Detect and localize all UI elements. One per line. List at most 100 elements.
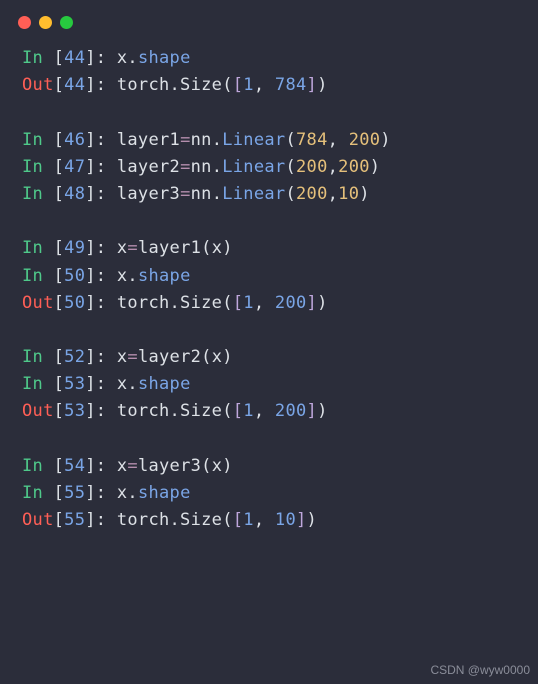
- prompt-bracket: [: [54, 48, 65, 68]
- code-token: ): [317, 401, 328, 421]
- out-prompt-label: Out: [22, 401, 54, 421]
- code-token: =: [180, 157, 191, 177]
- in-prompt-label: In: [22, 157, 54, 177]
- code-token: layer2: [138, 347, 201, 367]
- window-controls: [0, 0, 538, 37]
- code-token: ]: [307, 75, 318, 95]
- prompt-bracket: ]:: [85, 266, 117, 286]
- code-token: layer1: [117, 130, 180, 150]
- input-line: In [52]: x=layer2(x): [22, 344, 516, 371]
- prompt-bracket: ]:: [85, 130, 117, 150]
- prompt-bracket: ]:: [85, 483, 117, 503]
- code-token: x: [117, 347, 128, 367]
- code-token: layer2: [117, 157, 180, 177]
- input-line: In [55]: x.shape: [22, 480, 516, 507]
- code-token: torch.Size(: [117, 510, 233, 530]
- close-icon[interactable]: [18, 16, 31, 29]
- code-token: .: [127, 266, 138, 286]
- code-token: ,: [254, 510, 275, 530]
- prompt-bracket: [: [54, 293, 65, 313]
- in-prompt-label: In: [22, 184, 54, 204]
- code-token: (: [285, 157, 296, 177]
- prompt-bracket: [: [54, 483, 65, 503]
- prompt-bracket: [: [54, 130, 65, 150]
- prompt-bracket: [: [54, 266, 65, 286]
- prompt-number: 47: [64, 157, 85, 177]
- code-token: .: [212, 130, 223, 150]
- code-token: ,: [254, 401, 275, 421]
- code-token: ): [380, 130, 391, 150]
- code-token: [: [233, 401, 244, 421]
- code-token: nn: [191, 184, 212, 204]
- code-token: ]: [296, 510, 307, 530]
- code-token: 200: [296, 184, 328, 204]
- prompt-number: 49: [64, 238, 85, 258]
- prompt-bracket: ]:: [85, 157, 117, 177]
- code-token: (: [285, 130, 296, 150]
- prompt-bracket: [: [54, 456, 65, 476]
- code-token: ]: [307, 401, 318, 421]
- prompt-bracket: ]:: [85, 347, 117, 367]
- code-token: .: [212, 157, 223, 177]
- code-token: ): [317, 75, 328, 95]
- code-token: =: [127, 347, 138, 367]
- code-token: x: [117, 238, 128, 258]
- prompt-bracket: [: [54, 184, 65, 204]
- minimize-icon[interactable]: [39, 16, 52, 29]
- code-token: 200: [349, 130, 381, 150]
- prompt-bracket: [: [54, 510, 65, 530]
- code-token: ): [370, 157, 381, 177]
- prompt-number: 53: [64, 374, 85, 394]
- code-token: x: [117, 374, 128, 394]
- code-token: ,: [328, 184, 339, 204]
- code-token: 784: [275, 75, 307, 95]
- code-token: [: [233, 75, 244, 95]
- code-token: shape: [138, 266, 191, 286]
- prompt-bracket: [: [54, 75, 65, 95]
- code-token: x: [117, 483, 128, 503]
- code-token: 10: [275, 510, 296, 530]
- code-token: x: [117, 456, 128, 476]
- prompt-bracket: [: [54, 401, 65, 421]
- code-token: 1: [243, 293, 254, 313]
- code-token: ): [222, 347, 233, 367]
- code-token: 200: [275, 293, 307, 313]
- code-token: =: [180, 184, 191, 204]
- code-token: .: [127, 483, 138, 503]
- maximize-icon[interactable]: [60, 16, 73, 29]
- blank-line: [22, 99, 516, 126]
- code-token: shape: [138, 483, 191, 503]
- prompt-number: 50: [64, 293, 85, 313]
- prompt-bracket: ]:: [85, 374, 117, 394]
- prompt-bracket: [: [54, 238, 65, 258]
- prompt-bracket: [: [54, 347, 65, 367]
- code-token: 10: [338, 184, 359, 204]
- code-token: ): [317, 293, 328, 313]
- code-token: nn: [191, 130, 212, 150]
- code-token: torch.Size(: [117, 75, 233, 95]
- code-token: =: [127, 456, 138, 476]
- prompt-bracket: ]:: [85, 238, 117, 258]
- prompt-bracket: ]:: [85, 184, 117, 204]
- input-line: In [47]: layer2=nn.Linear(200,200): [22, 154, 516, 181]
- prompt-bracket: ]:: [85, 401, 117, 421]
- prompt-number: 55: [64, 483, 85, 503]
- code-token: (: [201, 238, 212, 258]
- terminal-output: In [44]: x.shapeOut[44]: torch.Size([1, …: [0, 37, 538, 542]
- code-token: Linear: [222, 157, 285, 177]
- code-token: (: [201, 456, 212, 476]
- output-line: Out[44]: torch.Size([1, 784]): [22, 72, 516, 99]
- code-token: ): [222, 456, 233, 476]
- input-line: In [49]: x=layer1(x): [22, 235, 516, 262]
- prompt-bracket: ]:: [85, 456, 117, 476]
- output-line: Out[55]: torch.Size([1, 10]): [22, 507, 516, 534]
- code-token: Linear: [222, 130, 285, 150]
- code-token: [: [233, 293, 244, 313]
- input-line: In [54]: x=layer3(x): [22, 453, 516, 480]
- prompt-bracket: ]:: [85, 48, 117, 68]
- input-line: In [50]: x.shape: [22, 263, 516, 290]
- code-token: x: [212, 456, 223, 476]
- prompt-number: 54: [64, 456, 85, 476]
- code-token: x: [117, 48, 128, 68]
- prompt-number: 44: [64, 75, 85, 95]
